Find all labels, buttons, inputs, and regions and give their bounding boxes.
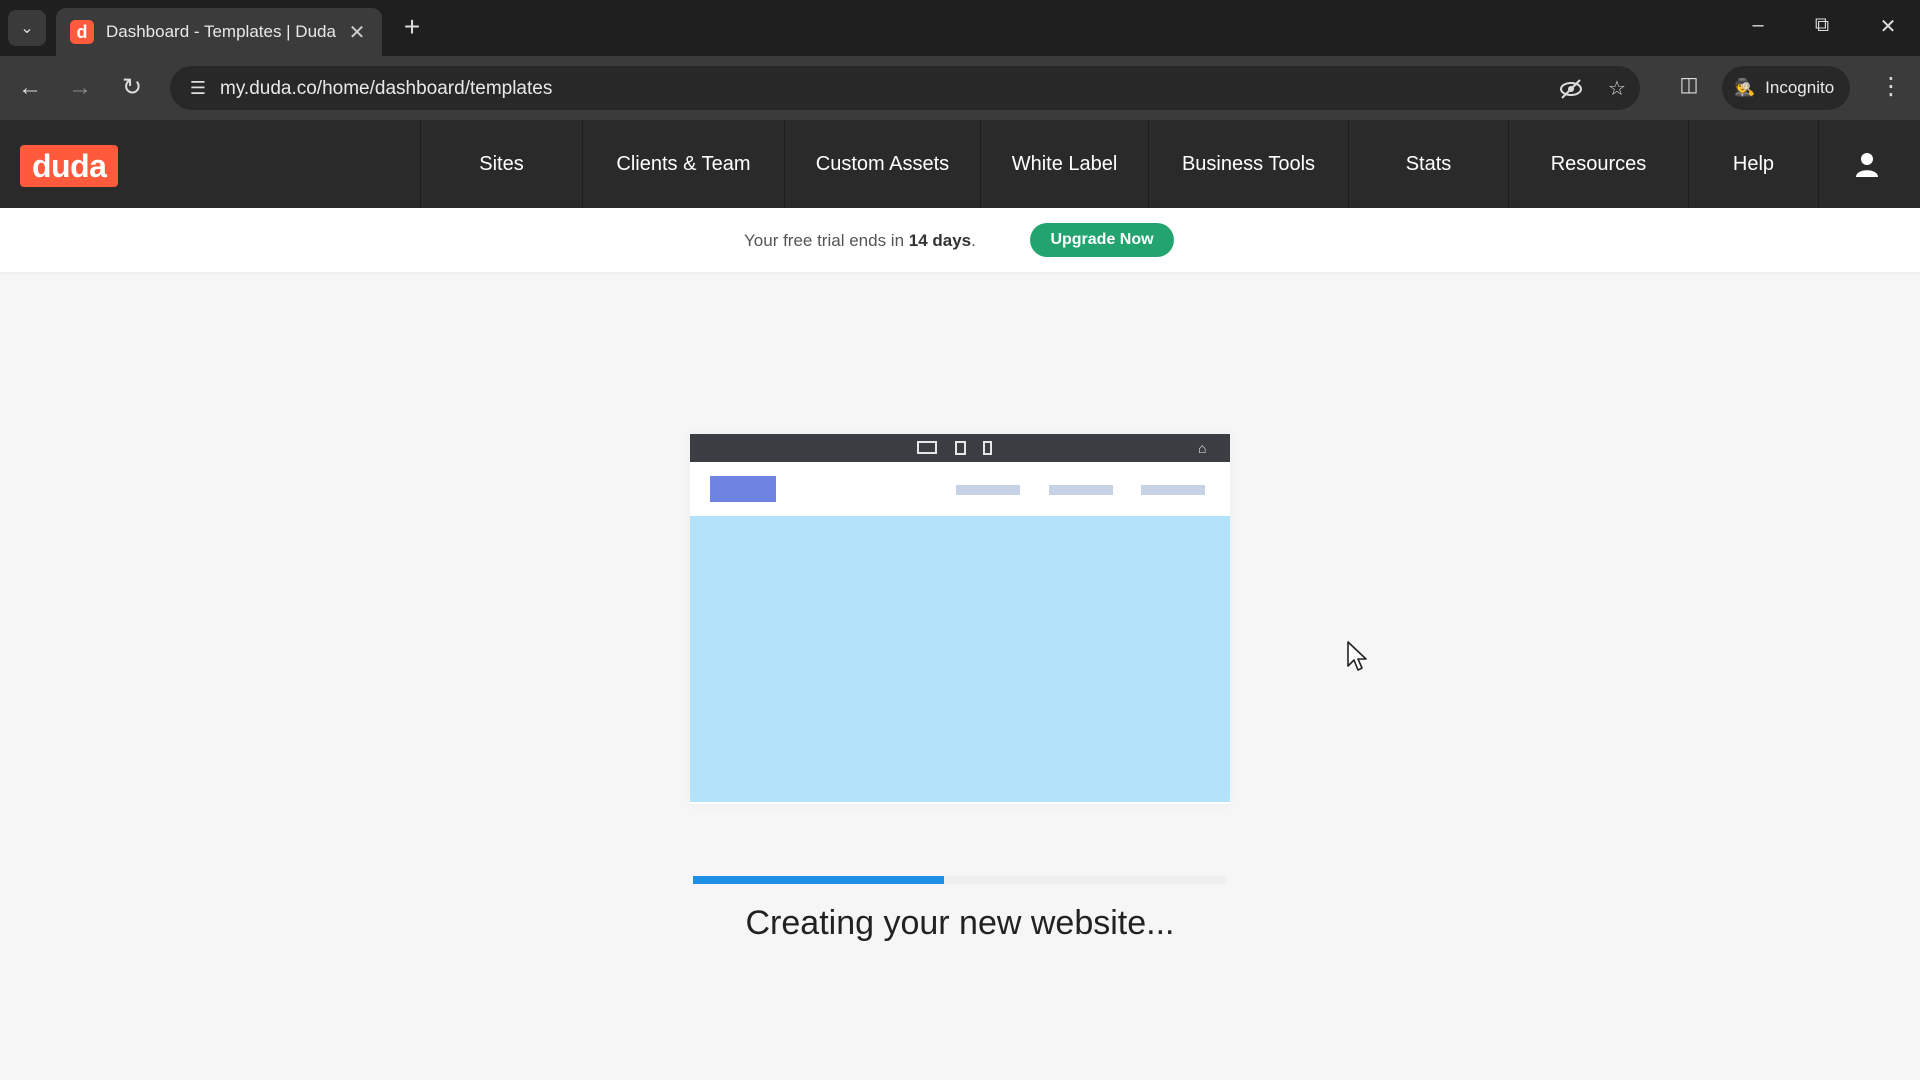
progress-fill [693,876,944,884]
tab-search-button[interactable]: ⌄ [8,10,46,46]
site-info-icon[interactable]: ☰ [186,76,210,100]
user-icon [1856,153,1878,177]
nav-business-tools[interactable]: Business Tools [1148,120,1348,208]
nav-clients-team[interactable]: Clients & Team [582,120,784,208]
upgrade-now-button[interactable]: Upgrade Now [1030,223,1174,257]
trial-days: 14 days [908,231,972,250]
duda-logo[interactable]: duda [20,145,119,187]
new-tab-button[interactable]: + [396,12,428,44]
back-icon[interactable]: ← [14,72,46,104]
nav-resources[interactable]: Resources [1508,120,1688,208]
nav-help[interactable]: Help [1688,120,1818,208]
trial-suffix: . [971,231,976,250]
nav-sites[interactable]: Sites [420,120,582,208]
placeholder-link [1141,485,1205,495]
incognito-icon: 🕵 [1734,78,1756,97]
mobile-icon [983,441,992,455]
url-text[interactable]: my.duda.co/home/dashboard/templates [220,78,552,100]
browser-tab-strip: ⌄ d Dashboard - Templates | Duda ✕ + – ⧉… [0,0,1920,56]
progress-bar [693,876,1227,884]
bookmark-star-icon[interactable]: ☆ [1604,76,1630,102]
active-tab[interactable]: d Dashboard - Templates | Duda ✕ [56,8,382,56]
mouse-cursor-icon [1347,641,1367,671]
duda-top-nav: duda Sites Clients & Team Custom Assets … [0,120,1920,208]
forward-icon[interactable]: → [64,72,96,104]
address-bar[interactable]: ☰ my.duda.co/home/dashboard/templates ☆ [170,66,1640,110]
reload-icon[interactable]: ↻ [116,72,148,104]
website-preview-illustration: ⌂ [690,434,1230,804]
eye-off-icon[interactable] [1558,76,1584,102]
trial-message: Your free trial ends in 14 days. [744,231,976,251]
close-window-icon[interactable]: ✕ [1868,14,1908,39]
restore-icon[interactable]: ⧉ [1802,14,1842,37]
account-menu[interactable] [1818,120,1920,208]
browser-menu-icon[interactable]: ⋮ [1876,72,1906,102]
placeholder-link [956,485,1020,495]
placeholder-hero [690,516,1230,802]
duda-favicon-icon: d [70,20,94,44]
placeholder-link [1049,485,1113,495]
eye-off-svg [1560,79,1582,99]
tablet-icon [955,441,966,455]
incognito-badge[interactable]: 🕵 Incognito [1722,66,1851,110]
loading-status: Creating your new website... [745,904,1175,942]
side-panel-icon[interactable]: ◫ [1674,72,1704,102]
trial-prefix: Your free trial ends in [744,231,909,250]
placeholder-logo [710,476,776,502]
home-icon: ⌂ [1198,440,1207,456]
nav-white-label[interactable]: White Label [980,120,1148,208]
trial-banner: Your free trial ends in 14 days. Upgrade… [0,208,1920,272]
close-tab-icon[interactable]: ✕ [346,20,368,45]
chevron-down-icon: ⌄ [20,20,34,37]
preview-toolbar: ⌂ [690,434,1230,462]
incognito-label: Incognito [1765,78,1835,97]
browser-toolbar: ← → ↻ ☰ my.duda.co/home/dashboard/templa… [0,56,1920,120]
tab-title: Dashboard - Templates | Duda [106,22,336,41]
nav-stats[interactable]: Stats [1348,120,1508,208]
minimize-icon[interactable]: – [1738,14,1778,37]
desktop-icon [917,441,937,454]
nav-custom-assets[interactable]: Custom Assets [784,120,980,208]
